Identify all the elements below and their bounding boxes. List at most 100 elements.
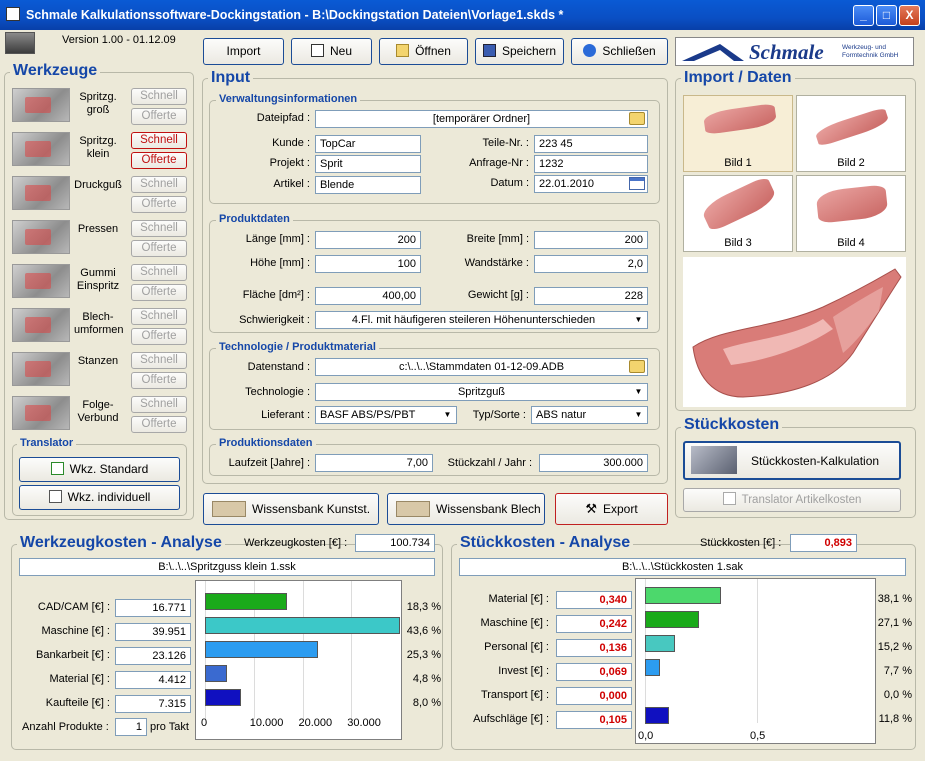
calendar-icon[interactable] <box>629 177 645 190</box>
offerte-button[interactable]: Offerte <box>131 196 187 213</box>
stk-cost-pct: 0,0 % <box>883 689 912 701</box>
export-button[interactable]: ⚒ Export <box>555 493 668 525</box>
cost-bar <box>205 641 318 658</box>
image-thumb-4[interactable]: Bild 4 <box>796 175 906 252</box>
neu-button[interactable]: Neu <box>291 38 372 65</box>
import-button[interactable]: Import <box>203 38 284 65</box>
offerte-button[interactable]: Offerte <box>131 240 187 257</box>
offerte-button[interactable]: Offerte <box>131 152 187 169</box>
artikel-field[interactable]: Blende <box>315 176 421 194</box>
typ-select[interactable]: ABS natur ▼ <box>531 406 648 424</box>
wandstaerke-field[interactable]: 2,0 <box>534 255 648 273</box>
stueckzahl-label: Stückzahl / Jahr : <box>447 457 532 469</box>
folder-icon[interactable] <box>629 360 645 373</box>
wkz-individuell-button[interactable]: Wkz. individuell <box>19 485 180 510</box>
flaeche-field[interactable]: 400,00 <box>315 287 421 305</box>
datum-value: 22.01.2010 <box>539 178 595 190</box>
offerte-button[interactable]: Offerte <box>131 416 187 433</box>
werkzeug-file-field: B:\..\..\Spritzguss klein 1.ssk <box>19 558 435 576</box>
offerte-button[interactable]: Offerte <box>131 372 187 389</box>
cost-bar <box>205 689 241 706</box>
technologie-select[interactable]: Spritzguß ▼ <box>315 383 648 401</box>
stk-cost-value: 0,242 <box>556 615 632 633</box>
maximize-button[interactable]: □ <box>876 5 897 26</box>
chevron-down-icon[interactable]: ▼ <box>631 385 646 399</box>
schwierigkeit-select[interactable]: 4.Fl. mit häufigeren steileren Höhenunte… <box>315 311 648 329</box>
dateipfad-label: Dateipfad : <box>256 112 310 124</box>
laenge-field[interactable]: 200 <box>315 231 421 249</box>
schwierigkeit-label: Schwierigkeit : <box>239 314 310 326</box>
tool-image <box>12 396 70 430</box>
schnell-button[interactable]: Schnell <box>131 264 187 281</box>
wkz-cost-pct: 25,3 % <box>406 649 441 661</box>
schnell-button[interactable]: Schnell <box>131 176 187 193</box>
axis-tick-label: 20.000 <box>298 717 333 729</box>
wkz-cost-value: 4.412 <box>115 671 191 689</box>
axis-tick-label: 30.000 <box>347 717 381 729</box>
gewicht-field[interactable]: 228 <box>534 287 648 305</box>
projekt-field[interactable]: Sprit <box>315 155 421 173</box>
app-icon <box>6 7 20 21</box>
kunde-field[interactable]: TopCar <box>315 135 421 153</box>
part-preview-drawing <box>692 268 902 398</box>
tool-image <box>12 88 70 122</box>
chevron-down-icon[interactable]: ▼ <box>440 408 455 422</box>
technologie-label: Technologie : <box>245 386 310 398</box>
tools-icon: ⚒ <box>585 501 597 516</box>
translator-artikelkosten-button[interactable]: Translator Artikelkosten <box>683 488 901 512</box>
hoehe-field[interactable]: 100 <box>315 255 421 273</box>
axis-tick-label: 10.000 <box>249 717 284 729</box>
werkzeugkosten-analyse-title: Werkzeugkosten - Analyse <box>17 534 225 552</box>
werkzeugkosten-field: 100.734 <box>355 534 435 552</box>
chevron-down-icon[interactable]: ▼ <box>631 313 646 327</box>
grid-line <box>351 581 353 719</box>
stueckkosten-file-field: B:\..\..\Stückkosten 1.sak <box>459 558 906 576</box>
folder-icon[interactable] <box>629 112 645 125</box>
dateipfad-field[interactable]: [temporärer Ordner] <box>315 110 648 128</box>
minimize-button[interactable]: _ <box>853 5 874 26</box>
import-daten-title: Import / Daten <box>681 69 795 87</box>
wissensbank-blech-button[interactable]: Wissensbank Blech <box>387 493 545 525</box>
close-button[interactable]: X <box>899 5 920 26</box>
wkz-standard-button[interactable]: Wkz. Standard <box>19 457 180 482</box>
stueckkosten-field: 0,893 <box>790 534 857 552</box>
offerte-button[interactable]: Offerte <box>131 328 187 345</box>
new-document-icon <box>310 44 324 57</box>
schliessen-button[interactable]: Schließen <box>571 38 668 65</box>
oeffnen-button[interactable]: Öffnen <box>379 38 468 65</box>
schnell-button[interactable]: Schnell <box>131 308 187 325</box>
translate-icon <box>50 462 64 475</box>
stueckkosten-kalkulation-button[interactable]: Stückkosten-Kalkulation <box>683 441 901 480</box>
laufzeit-field[interactable]: 7,00 <box>315 454 433 472</box>
image-thumb-1[interactable]: Bild 1 <box>683 95 793 172</box>
schnell-button[interactable]: Schnell <box>131 352 187 369</box>
stueckzahl-field[interactable]: 300.000 <box>539 454 648 472</box>
offerte-button[interactable]: Offerte <box>131 108 187 125</box>
anzahl-produkte-field[interactable]: 1 <box>115 718 147 736</box>
speichern-button[interactable]: Speichern <box>475 38 564 65</box>
schnell-button[interactable]: Schnell <box>131 88 187 105</box>
chevron-down-icon[interactable]: ▼ <box>631 408 646 422</box>
version-text: Version 1.00 - 01.12.09 <box>62 34 176 46</box>
datum-field[interactable]: 22.01.2010 <box>534 175 648 193</box>
tool-image <box>12 220 70 254</box>
schnell-button[interactable]: Schnell <box>131 220 187 237</box>
bild-label: Bild 3 <box>724 237 752 249</box>
lieferant-select[interactable]: BASF ABS/PS/PBT ▼ <box>315 406 457 424</box>
artikel-label: Artikel : <box>273 178 310 190</box>
schnell-button[interactable]: Schnell <box>131 132 187 149</box>
teilenr-field[interactable]: 223 45 <box>534 135 648 153</box>
stk-cost-label: Personal [€] : <box>484 641 549 653</box>
image-thumb-3[interactable]: Bild 3 <box>683 175 793 252</box>
datenstand-field[interactable]: c:\..\..\Stammdaten 01-12-09.ADB <box>315 358 648 376</box>
anfragenr-field[interactable]: 1232 <box>534 155 648 173</box>
stk-cost-label: Material [€] : <box>488 593 549 605</box>
tool-image <box>12 264 70 298</box>
offerte-button[interactable]: Offerte <box>131 284 187 301</box>
cost-bar <box>205 617 400 634</box>
wissensbank-kunststoff-button[interactable]: Wissensbank Kunstst. <box>203 493 379 525</box>
schnell-button[interactable]: Schnell <box>131 396 187 413</box>
breite-field[interactable]: 200 <box>534 231 648 249</box>
stueckkosten-kalkulation-label: Stückkosten-Kalkulation <box>751 454 880 468</box>
image-thumb-2[interactable]: Bild 2 <box>796 95 906 172</box>
